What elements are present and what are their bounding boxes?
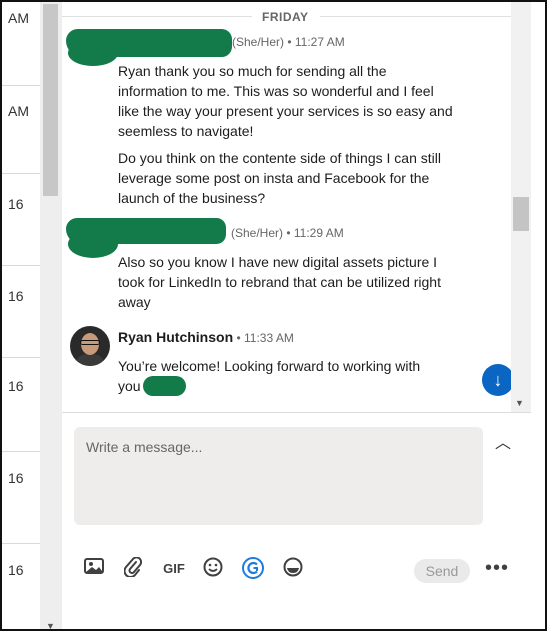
conversation-pane: FRIDAY (She/Her) • 11:27 AM Ryan thank y… [62, 2, 511, 412]
list-item-time: 16 [8, 196, 24, 212]
compose-area: Write a message... ︿ GIF Send ••• [62, 412, 531, 629]
message-text: Do you think on the contente side of thi… [118, 150, 441, 206]
message-text: Ryan thank you so much for sending all t… [118, 63, 453, 139]
day-divider: FRIDAY [62, 8, 511, 26]
divider-line [320, 16, 511, 17]
message-time: • 11:33 AM [236, 331, 294, 345]
list-item[interactable]: AM [2, 86, 40, 174]
list-item[interactable]: 16 [2, 174, 40, 266]
grammarly-icon[interactable] [241, 557, 265, 581]
conversation-scrollbar[interactable]: ▼ [511, 2, 531, 412]
conversation-scrollbar-thumb[interactable] [513, 197, 529, 231]
paperclip-icon[interactable] [121, 556, 145, 581]
conversation-list: AM AM 16 16 16 16 16 [2, 2, 40, 629]
avatar[interactable] [70, 326, 110, 366]
arrow-down-icon: ↓ [493, 370, 503, 390]
jump-to-latest-button[interactable]: ↓ [482, 364, 511, 396]
message-text: Also so you know I have new digital asse… [118, 254, 441, 310]
scroll-down-arrow-icon[interactable]: ▼ [46, 621, 55, 629]
message-sender-meta: (She/Her) • 11:27 AM [232, 35, 345, 49]
list-item[interactable]: AM [2, 2, 40, 86]
list-item[interactable]: 16 [2, 358, 40, 452]
send-button[interactable]: Send [414, 559, 470, 583]
list-scrollbar-thumb[interactable] [43, 4, 58, 196]
message-sender-meta: Ryan Hutchinson • 11:33 AM [118, 329, 294, 345]
sender-name[interactable]: Ryan Hutchinson [118, 329, 233, 345]
list-item-time: 16 [8, 562, 24, 578]
list-item[interactable]: 16 [2, 544, 40, 629]
list-item-time: 16 [8, 470, 24, 486]
list-scrollbar[interactable]: ▼ [40, 2, 62, 629]
redacted-name [143, 376, 186, 396]
gif-icon[interactable]: GIF [162, 557, 186, 581]
list-item-time: AM [8, 103, 29, 119]
list-item[interactable]: 16 [2, 452, 40, 544]
more-icon[interactable]: ••• [485, 557, 509, 580]
list-item-time: AM [8, 10, 29, 26]
redacted-avatar [68, 40, 118, 66]
list-item-time: 16 [8, 378, 24, 394]
message-sender-meta: (She/Her) • 11:29 AM [231, 226, 344, 240]
sticker-icon[interactable] [281, 557, 305, 581]
divider-line [62, 16, 252, 17]
chevron-up-icon[interactable]: ︿ [495, 429, 511, 453]
compose-toolbar: GIF Send ••• [62, 553, 531, 587]
messaging-window: AM AM 16 16 16 16 16 ▼ FRIDAY (She/Her) … [0, 0, 547, 631]
message-input[interactable]: Write a message... [74, 427, 483, 525]
day-label: FRIDAY [262, 10, 309, 24]
list-item[interactable]: 16 [2, 266, 40, 358]
scroll-down-arrow-icon[interactable]: ▼ [515, 398, 524, 408]
list-item-time: 16 [8, 288, 24, 304]
emoji-icon[interactable] [201, 557, 225, 581]
window-edge [531, 2, 545, 629]
redacted-avatar [68, 230, 118, 258]
image-icon[interactable] [82, 557, 106, 581]
